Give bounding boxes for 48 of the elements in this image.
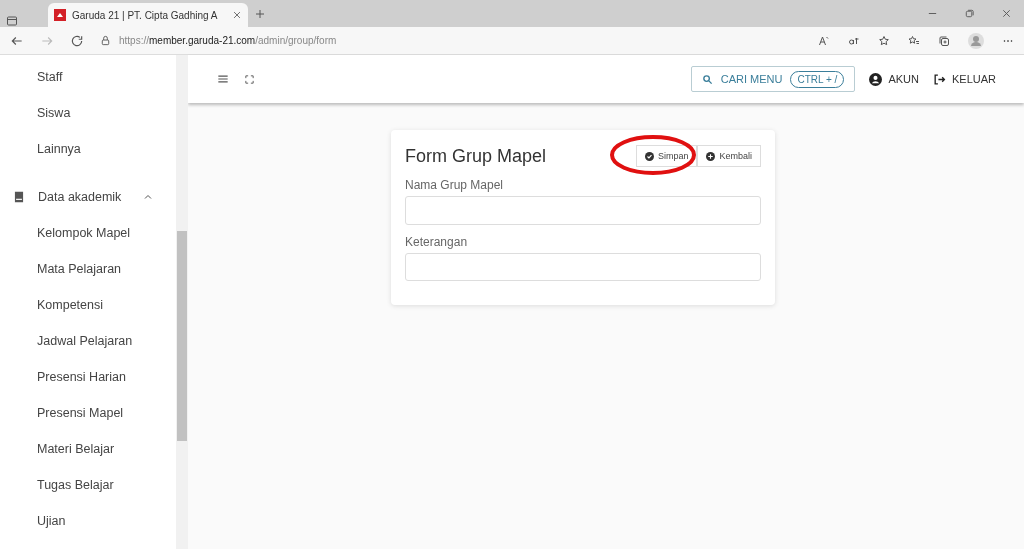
account-button[interactable]: AKUN <box>869 72 919 86</box>
sidebar-item[interactable]: Kelompok Mapel <box>37 226 131 240</box>
tab-actions-icon <box>6 15 18 27</box>
profile-avatar-icon[interactable] <box>968 32 984 49</box>
fullscreen-icon[interactable] <box>244 73 255 85</box>
menu-icon[interactable] <box>216 72 230 86</box>
sidebar-item[interactable]: Staff <box>37 70 63 84</box>
sidebar-item[interactable]: Presensi Harian <box>37 370 126 384</box>
scrollbar[interactable] <box>176 55 188 549</box>
text-field[interactable] <box>405 196 761 225</box>
sidebar-item[interactable]: Materi Belajar <box>37 442 115 456</box>
text-field[interactable] <box>405 252 761 281</box>
plus-circle-icon <box>706 151 716 161</box>
sidebar-item[interactable]: Jadwal Pelajaran <box>37 334 133 348</box>
favorites-icon[interactable] <box>908 34 920 47</box>
sidebar-item[interactable]: Presensi Mapel <box>37 406 124 420</box>
logout-button[interactable]: KELUAR <box>932 72 996 86</box>
field-label: Nama Grup Mapel <box>405 178 505 193</box>
sidebar-item[interactable]: Tugas Belajar <box>37 478 114 492</box>
save-button[interactable]: Simpan <box>635 145 698 168</box>
field-label: Keterangan <box>405 234 469 249</box>
book-icon <box>12 190 26 204</box>
tab-title: Garuda 21 | PT. Cipta Gadhing A <box>72 9 219 21</box>
search-icon <box>701 73 713 85</box>
search-menu-button[interactable]: CARI MENU CTRL + / <box>690 66 856 92</box>
collections-icon[interactable] <box>938 34 950 47</box>
logout-icon <box>932 72 946 86</box>
plus-icon[interactable] <box>254 7 266 20</box>
check-circle-icon <box>644 151 654 161</box>
form-title: Form Grup Mapel <box>405 145 548 167</box>
sidebar-item[interactable]: Kompetensi <box>37 298 103 312</box>
read-aloud-icon[interactable] <box>818 34 830 47</box>
browser-tab[interactable]: Garuda 21 | PT. Cipta Gadhing A <box>48 3 248 27</box>
lock-icon <box>100 35 111 46</box>
close-icon[interactable] <box>1001 8 1012 19</box>
back-button[interactable]: Kembali <box>697 145 761 168</box>
sidebar-item[interactable]: Mata Pelajaran <box>37 262 122 276</box>
refresh-icon[interactable] <box>70 33 84 48</box>
sidebar-item[interactable]: Lainnya <box>37 142 81 156</box>
sidebar-item[interactable]: Siswa <box>37 106 71 120</box>
site-logo-icon <box>54 9 66 21</box>
add-favorite-icon[interactable] <box>878 34 890 47</box>
sidebar-item[interactable]: Ujian <box>37 514 66 528</box>
close-icon[interactable] <box>232 10 242 20</box>
restore-icon[interactable] <box>964 8 975 19</box>
url-text[interactable]: https://member.garuda-21.com/admin/group/form <box>119 35 337 46</box>
sidebar-group-label[interactable]: Data akademik <box>38 190 130 204</box>
user-icon <box>869 72 883 86</box>
